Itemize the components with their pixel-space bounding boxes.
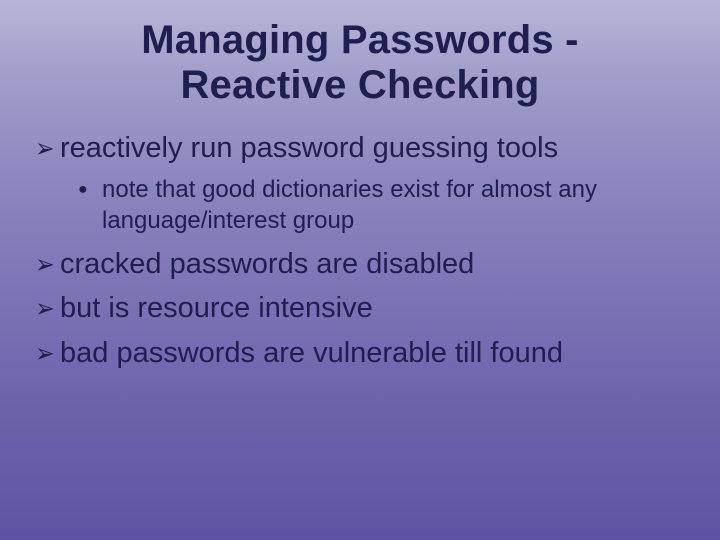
arrow-icon: ➢ [34, 130, 60, 166]
title-line-1: Managing Passwords - [141, 18, 578, 62]
bullet-4: ➢ bad passwords are vulnerable till foun… [34, 335, 692, 371]
arrow-icon: ➢ [34, 290, 60, 326]
slide: Managing Passwords - Reactive Checking ➢… [0, 0, 720, 540]
slide-title: Managing Passwords - Reactive Checking [28, 18, 692, 108]
bullet-3: ➢ but is resource intensive [34, 290, 692, 326]
bullet-text: cracked passwords are disabled [60, 246, 692, 282]
bullet-list: ➢ reactively run password guessing tools… [28, 130, 692, 371]
arrow-icon: ➢ [34, 335, 60, 371]
bullet-1-sub-1: ● note that good dictionaries exist for … [78, 174, 692, 236]
bullet-1: ➢ reactively run password guessing tools [34, 130, 692, 166]
bullet-2: ➢ cracked passwords are disabled [34, 246, 692, 282]
title-line-2: Reactive Checking [180, 63, 539, 107]
arrow-icon: ➢ [34, 246, 60, 282]
bullet-text: note that good dictionaries exist for al… [102, 174, 692, 236]
bullet-text: reactively run password guessing tools [60, 130, 692, 166]
bullet-text: but is resource intensive [60, 290, 692, 326]
bullet-text: bad passwords are vulnerable till found [60, 335, 692, 371]
dot-icon: ● [78, 174, 102, 236]
